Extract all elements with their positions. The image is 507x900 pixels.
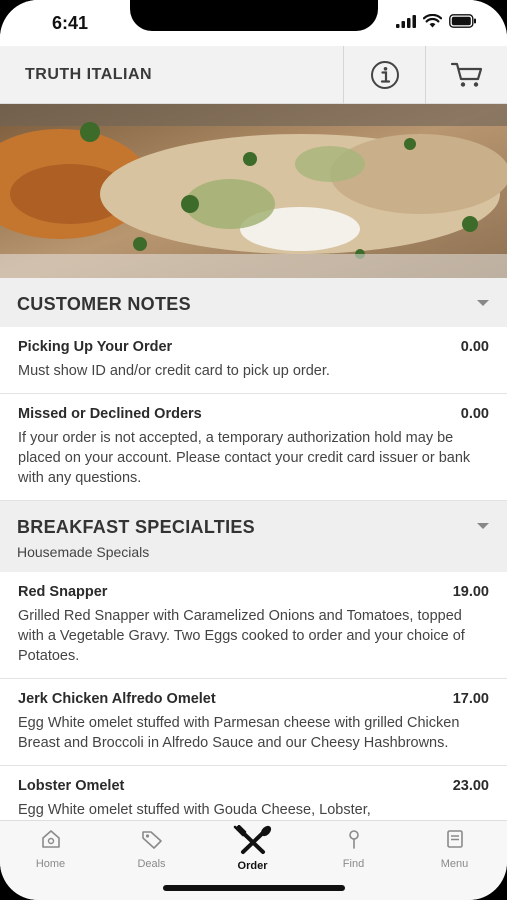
info-button[interactable] — [343, 46, 425, 104]
menu-item[interactable]: Picking Up Your Order 0.00 Must show ID … — [0, 327, 507, 394]
item-description: Grilled Red Snapper with Caramelized Oni… — [18, 608, 465, 664]
pin-icon — [348, 830, 359, 849]
home-indicator — [163, 885, 345, 891]
tab-label: Home — [35, 858, 66, 870]
tab-label: Deals — [137, 858, 166, 870]
section-header-customer-notes[interactable]: CUSTOMER NOTES — [0, 278, 507, 327]
chevron-down-icon — [477, 523, 489, 529]
item-price: 0.00 — [460, 406, 489, 422]
menu-item[interactable]: Jerk Chicken Alfredo Omelet 17.00 Egg Wh… — [0, 679, 507, 766]
tab-order[interactable]: Order — [202, 824, 303, 872]
item-name: Lobster Omelet — [18, 778, 125, 794]
item-name: Red Snapper — [18, 584, 108, 600]
signal-icon — [396, 14, 416, 28]
tab-find[interactable]: Find — [303, 829, 404, 870]
item-description: Must show ID and/or credit card to pick … — [18, 363, 330, 379]
food-photo — [0, 104, 507, 278]
section-header-breakfast[interactable]: BREAKFAST SPECIALTIES Housemade Specials — [0, 501, 507, 572]
item-price: 19.00 — [452, 584, 489, 600]
tab-deals[interactable]: Deals — [101, 829, 202, 870]
section-title: CUSTOMER NOTES — [17, 294, 191, 314]
item-price: 17.00 — [452, 691, 489, 707]
wifi-icon — [423, 14, 442, 28]
app-screen: 6:41 TRUTH ITALIAN CUSTOMER NOTES Pickin… — [0, 0, 507, 900]
menu-item[interactable]: Red Snapper 19.00 Grilled Red Snapper wi… — [0, 572, 507, 679]
item-description: If your order is not accepted, a tempora… — [18, 430, 471, 486]
section-subtitle: Housemade Specials — [17, 544, 150, 560]
item-name: Picking Up Your Order — [18, 339, 173, 355]
tab-home[interactable]: Home — [0, 829, 101, 870]
tag-icon — [141, 831, 162, 849]
tab-label: Find — [342, 858, 365, 870]
menu-content[interactable]: CUSTOMER NOTES Picking Up Your Order 0.0… — [0, 278, 507, 820]
item-name: Jerk Chicken Alfredo Omelet — [18, 691, 216, 707]
chevron-down-icon — [477, 300, 489, 306]
status-icons — [396, 14, 477, 28]
hero-food-image — [0, 104, 507, 278]
app-header: TRUTH ITALIAN — [0, 46, 507, 104]
book-icon — [446, 830, 463, 848]
status-time: 6:41 — [52, 13, 89, 33]
device-notch — [130, 0, 378, 31]
info-icon — [370, 61, 399, 89]
section-title: BREAKFAST SPECIALTIES — [17, 517, 255, 537]
tab-label: Order — [237, 860, 268, 872]
cart-icon — [450, 62, 482, 87]
item-price: 0.00 — [460, 339, 489, 355]
menu-item[interactable]: Lobster Omelet 23.00 Egg White omelet st… — [0, 766, 507, 820]
menu-item[interactable]: Missed or Declined Orders 0.00 If your o… — [0, 394, 507, 501]
item-description: Egg White omelet stuffed with Gouda Chee… — [18, 802, 371, 818]
cart-button[interactable] — [425, 46, 507, 104]
status-bar: 6:41 — [0, 0, 507, 46]
tab-menu[interactable]: Menu — [404, 829, 505, 870]
item-price: 23.00 — [452, 778, 489, 794]
battery-icon — [449, 14, 476, 28]
home-icon — [41, 830, 60, 848]
restaurant-name: TRUTH ITALIAN — [25, 66, 153, 83]
item-name: Missed or Declined Orders — [18, 406, 202, 422]
tab-label: Menu — [440, 858, 469, 870]
utensils-icon — [233, 824, 271, 854]
item-description: Egg White omelet stuffed with Parmesan c… — [18, 715, 460, 751]
